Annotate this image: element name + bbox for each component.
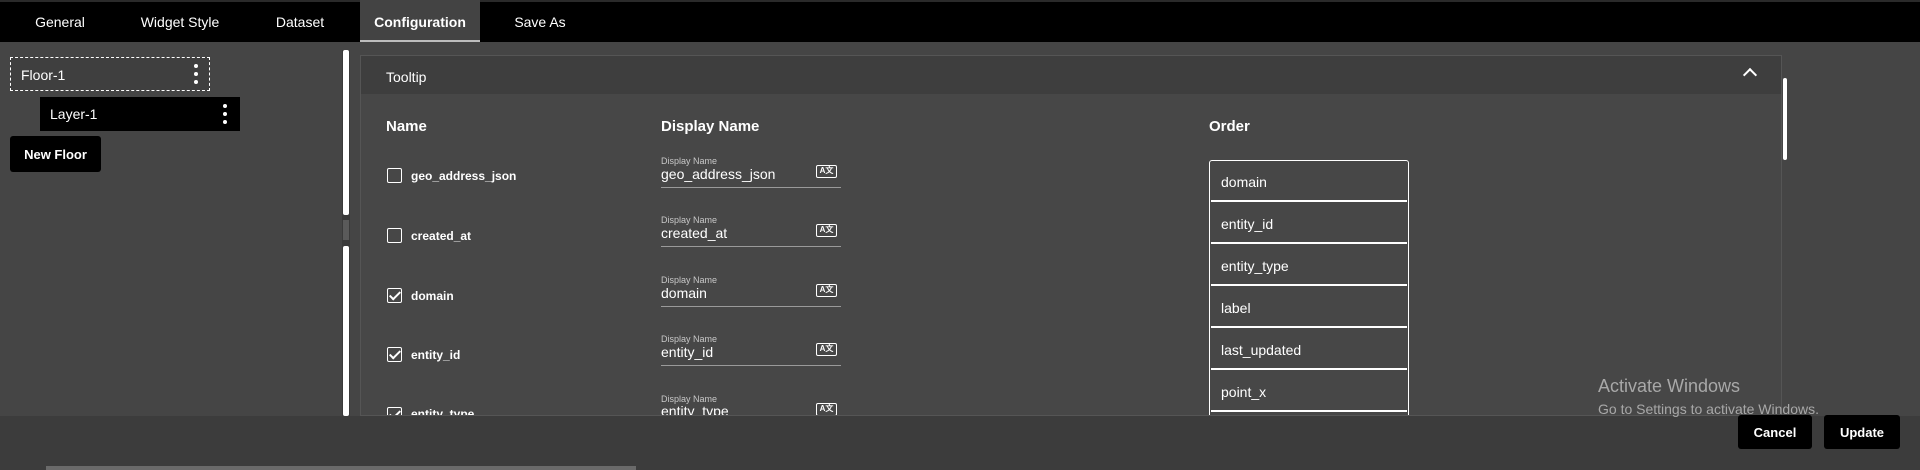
tab-general[interactable]: General (12, 0, 108, 42)
horizontal-scroll-thumb[interactable] (46, 466, 636, 470)
left-scroll-thumb-top[interactable] (343, 50, 349, 215)
order-item[interactable]: point_x (1211, 372, 1407, 412)
top-tab-bar: General Widget Style Dataset Configurati… (0, 0, 1920, 42)
splitter-handle[interactable] (343, 220, 349, 240)
display-name-input[interactable]: entity_type (661, 403, 729, 415)
row-checkbox[interactable] (387, 228, 402, 243)
layer-menu-icon[interactable] (222, 104, 228, 124)
translate-icon[interactable]: A文 (816, 165, 837, 178)
display-name-label: Display Name (661, 215, 718, 225)
display-name-input[interactable]: entity_id (661, 344, 713, 360)
display-name-input[interactable]: domain (661, 285, 707, 301)
tooltip-row: geo_address_json Display Name geo_addres… (361, 156, 1781, 216)
footer-bar (0, 416, 1920, 470)
layer-item[interactable]: Layer-1 (40, 97, 240, 131)
translate-icon[interactable]: A文 (816, 343, 837, 356)
floor-item[interactable]: Floor-1 (10, 57, 210, 91)
tooltip-row: entity_type Display Name entity_type A文 (361, 394, 1781, 416)
row-name: created_at (411, 229, 472, 243)
display-name-underline (661, 246, 841, 247)
floor-label: Floor-1 (21, 67, 66, 83)
new-floor-button[interactable]: New Floor (10, 136, 101, 172)
translate-icon[interactable]: A文 (816, 224, 837, 237)
display-name-underline (661, 365, 841, 366)
row-name: domain (411, 289, 454, 303)
tab-save-as[interactable]: Save As (492, 0, 588, 42)
update-button[interactable]: Update (1824, 415, 1900, 449)
tooltip-row: domain Display Name domain A文 (361, 275, 1781, 335)
display-name-label: Display Name (661, 334, 718, 344)
row-checkbox[interactable] (387, 347, 402, 362)
row-checkbox[interactable] (387, 168, 402, 183)
left-scroll-thumb-bottom[interactable] (343, 246, 349, 416)
order-item[interactable]: entity_id (1211, 204, 1407, 244)
translate-icon[interactable]: A文 (816, 403, 837, 415)
tab-dataset[interactable]: Dataset (252, 0, 348, 42)
cancel-button[interactable]: Cancel (1738, 415, 1812, 449)
tooltip-title: Tooltip (386, 69, 427, 85)
order-item[interactable]: last_updated (1211, 330, 1407, 370)
layer-label: Layer-1 (50, 106, 98, 122)
activate-windows-watermark: Activate Windows Go to Settings to activ… (1598, 376, 1819, 417)
display-name-label: Display Name (661, 156, 718, 166)
tooltip-row: created_at Display Name created_at A文 (361, 215, 1781, 275)
column-header-order: Order (1209, 118, 1250, 135)
row-name: entity_id (411, 348, 461, 362)
main-scroll-thumb[interactable] (1783, 78, 1787, 160)
display-name-underline (661, 187, 841, 188)
column-header-display-name: Display Name (661, 118, 760, 135)
tooltip-row: entity_id Display Name entity_id A文 (361, 334, 1781, 394)
translate-icon[interactable]: A文 (816, 284, 837, 297)
order-item[interactable]: entity_type (1211, 246, 1407, 286)
display-name-label: Display Name (661, 275, 718, 285)
order-item[interactable]: label (1211, 288, 1407, 328)
row-checkbox[interactable] (387, 288, 402, 303)
display-name-underline (661, 306, 841, 307)
row-name: geo_address_json (411, 169, 517, 183)
tooltip-header[interactable]: Tooltip (361, 56, 1781, 94)
chevron-up-icon[interactable] (1742, 67, 1758, 83)
row-checkbox[interactable] (387, 407, 402, 415)
display-name-input[interactable]: created_at (661, 225, 727, 241)
row-name: entity_type (411, 407, 475, 416)
display-name-input[interactable]: geo_address_json (661, 166, 775, 182)
tab-widget-style[interactable]: Widget Style (120, 0, 240, 42)
tab-configuration[interactable]: Configuration (360, 0, 480, 42)
order-item[interactable]: domain (1211, 162, 1407, 202)
tooltip-section: Tooltip Name Display Name Order geo_addr… (360, 55, 1782, 416)
floor-layer-panel: Floor-1 Layer-1 New Floor (0, 42, 340, 416)
column-header-name: Name (386, 118, 427, 135)
floor-menu-icon[interactable] (193, 64, 199, 84)
watermark-title: Activate Windows (1598, 376, 1741, 396)
